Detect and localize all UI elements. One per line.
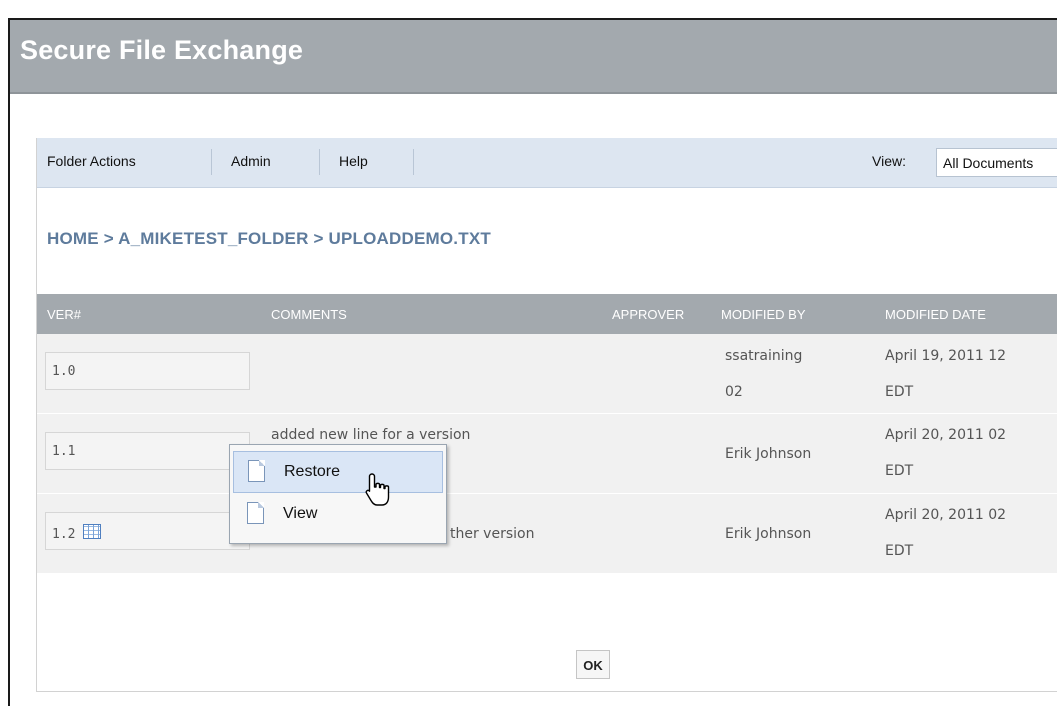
menu-separator bbox=[413, 149, 414, 175]
menu-help[interactable]: Help bbox=[339, 153, 368, 169]
modified-date-text: April 20, 2011 02 bbox=[885, 507, 1007, 523]
context-menu-restore[interactable]: Restore bbox=[233, 451, 443, 493]
table-row[interactable]: 1.1 added new line for a version Erik Jo… bbox=[37, 414, 1057, 494]
modified-by-text: Erik Johnson bbox=[725, 526, 812, 542]
version-number: 1.2 bbox=[52, 527, 76, 542]
version-context-menu: Restore View bbox=[229, 444, 447, 544]
view-select[interactable]: All Documents bbox=[936, 148, 1057, 177]
version-number: 1.0 bbox=[52, 364, 76, 379]
document-icon bbox=[247, 502, 264, 524]
context-menu-view-label: View bbox=[283, 505, 318, 522]
context-menu-view[interactable]: View bbox=[233, 497, 443, 539]
table-row[interactable]: 1.0 ssatraining 02 April 19, 2011 12 EDT bbox=[37, 334, 1057, 414]
document-icon bbox=[248, 460, 265, 482]
comment-text: ther version bbox=[450, 526, 535, 542]
column-header-comments: COMMENTS bbox=[271, 307, 347, 322]
ok-button[interactable]: OK bbox=[576, 650, 610, 679]
modified-date-tz: EDT bbox=[885, 384, 914, 400]
modified-date-tz: EDT bbox=[885, 463, 914, 479]
breadcrumb: HOME > A_MIKETEST_FOLDER > UPLOADDEMO.TX… bbox=[47, 229, 491, 248]
menu-bar: Folder Actions Admin Help View: All Docu… bbox=[37, 138, 1057, 188]
modified-date-text: April 19, 2011 12 bbox=[885, 348, 1007, 364]
app-title: Secure File Exchange bbox=[20, 35, 304, 65]
view-label: View: bbox=[872, 153, 906, 169]
documents-panel: Folder Actions Admin Help View: All Docu… bbox=[36, 138, 1057, 692]
modified-by-text: ssatraining bbox=[725, 348, 803, 364]
modified-date-tz: EDT bbox=[885, 543, 914, 559]
menu-admin[interactable]: Admin bbox=[231, 153, 271, 169]
menu-folder-actions[interactable]: Folder Actions bbox=[47, 153, 136, 169]
title-bar: Secure File Exchange bbox=[10, 20, 1057, 94]
modified-by-text: Erik Johnson bbox=[725, 446, 812, 462]
version-cell[interactable]: 1.0 bbox=[45, 352, 250, 390]
column-header-approver: APPROVER bbox=[612, 307, 685, 322]
column-header-version: VER# bbox=[47, 307, 81, 322]
version-cell[interactable]: 1.1 bbox=[45, 432, 250, 470]
menu-separator bbox=[319, 149, 320, 175]
column-header-modified-by: MODIFIED BY bbox=[721, 307, 806, 322]
context-menu-restore-label: Restore bbox=[284, 463, 341, 480]
menu-separator bbox=[211, 149, 212, 175]
column-header-modified-date: MODIFIED DATE bbox=[885, 307, 986, 322]
table-row[interactable]: 1.2 ther version Erik Johnson April 20, … bbox=[37, 494, 1057, 574]
modified-by-text-cont: 02 bbox=[725, 384, 743, 400]
version-cell[interactable]: 1.2 bbox=[45, 512, 250, 550]
modified-date-text: April 20, 2011 02 bbox=[885, 427, 1007, 443]
version-number: 1.1 bbox=[52, 444, 76, 459]
window-frame-left bbox=[8, 18, 10, 706]
table-header: VER# COMMENTS APPROVER MODIFIED BY MODIF… bbox=[37, 294, 1057, 334]
comment-text: added new line for a version bbox=[271, 427, 471, 443]
details-grid-icon[interactable] bbox=[83, 524, 102, 539]
